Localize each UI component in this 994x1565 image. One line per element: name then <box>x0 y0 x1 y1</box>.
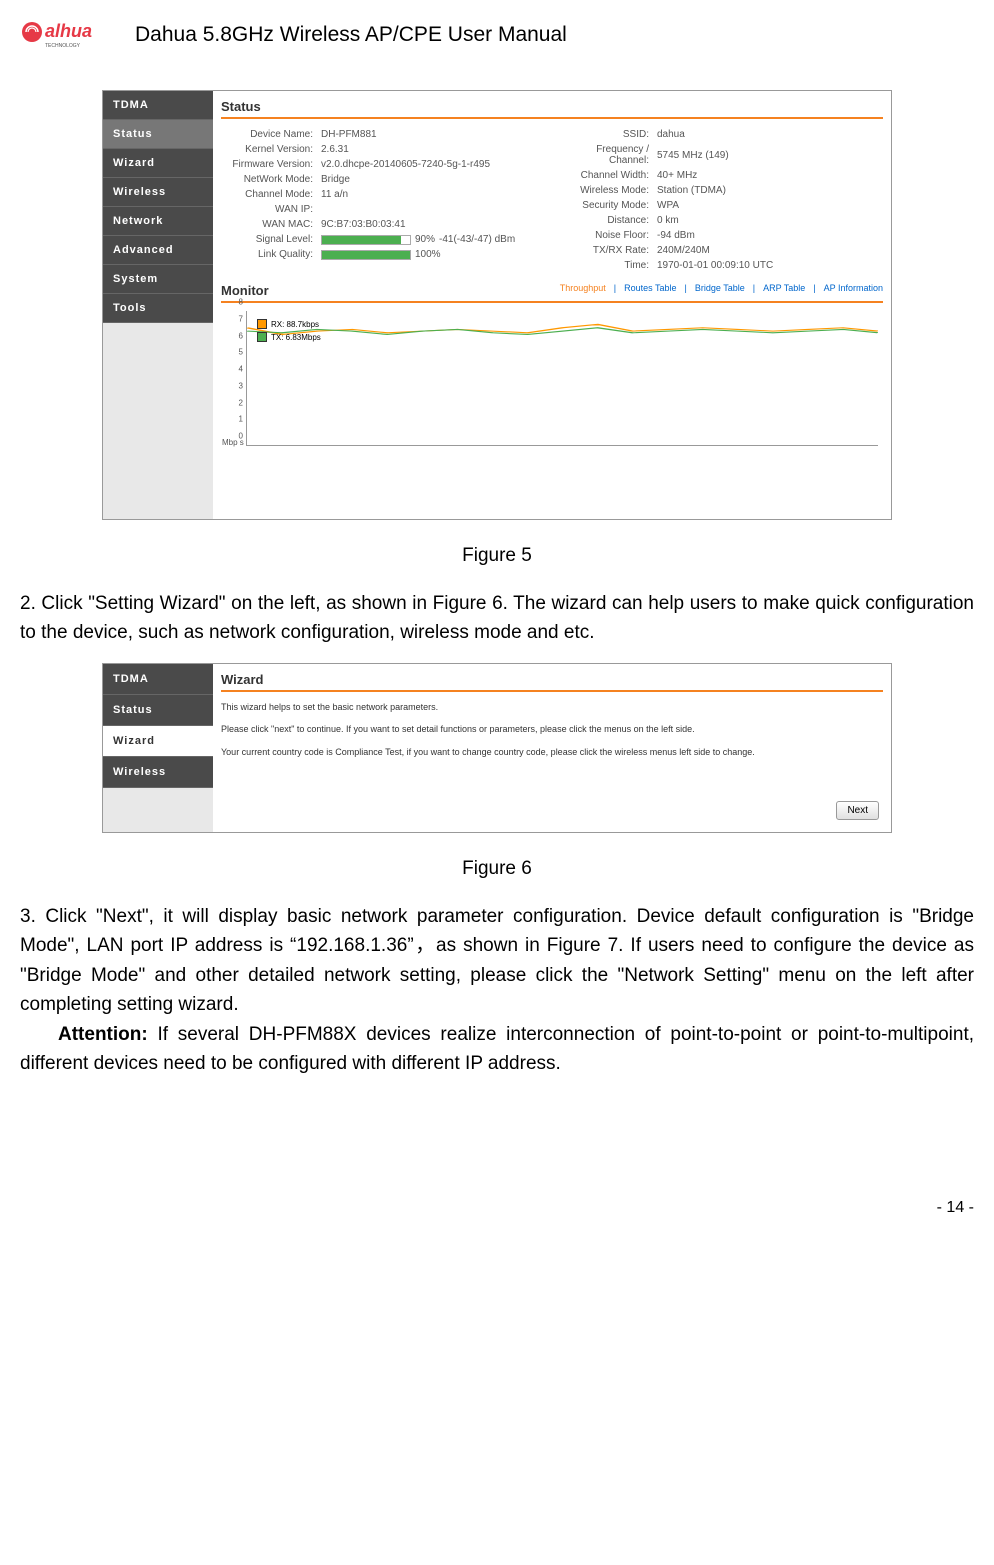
label: Security Mode: <box>557 200 657 211</box>
chart-ylabel: Mbp s <box>222 438 244 447</box>
label: Channel Width: <box>557 170 657 181</box>
label: Wireless Mode: <box>557 185 657 196</box>
status-header: Status <box>221 99 883 119</box>
label: Time: <box>557 260 657 271</box>
label: Channel Mode: <box>221 189 321 200</box>
signal-bar: 90% -41(-43/-47) dBm <box>321 234 547 245</box>
sidebar: TDMA Status Wizard Wireless <box>103 664 213 832</box>
tab-throughput[interactable]: Throughput <box>560 283 606 298</box>
logo: alhua TECHNOLOGY <box>20 20 120 50</box>
status-left-col: Device Name:DH-PFM881 Kernel Version:2.6… <box>221 127 547 273</box>
label: SSID: <box>557 129 657 140</box>
value: dahua <box>657 129 883 140</box>
wizard-panel: Wizard This wizard helps to set the basi… <box>213 664 891 832</box>
throughput-chart: 012345678 RX: 88.7kbps TX: 6.83Mbps Mbp … <box>246 311 878 446</box>
label: Noise Floor: <box>557 230 657 241</box>
value: 5745 MHz (149) <box>657 150 883 161</box>
sidebar-item-tdma[interactable]: TDMA <box>103 664 213 695</box>
label: Device Name: <box>221 129 321 140</box>
signal-extra: -41(-43/-47) dBm <box>439 234 515 245</box>
figure-5-caption: Figure 5 <box>20 545 974 567</box>
value: 1970-01-01 00:09:10 UTC <box>657 260 883 271</box>
status-panel: Status Device Name:DH-PFM881 Kernel Vers… <box>213 91 891 519</box>
manual-title: Dahua 5.8GHz Wireless AP/CPE User Manual <box>135 23 567 47</box>
sidebar-item-status[interactable]: Status <box>103 120 213 149</box>
wizard-line1: This wizard helps to set the basic netwo… <box>221 700 883 714</box>
tab-bridge[interactable]: Bridge Table <box>695 283 745 298</box>
sidebar-item-wireless[interactable]: Wireless <box>103 178 213 207</box>
value: 9C:B7:03:B0:03:41 <box>321 219 547 230</box>
page-number: - 14 - <box>20 1199 974 1217</box>
label: Distance: <box>557 215 657 226</box>
sidebar-item-wizard[interactable]: Wizard <box>103 726 213 757</box>
attention-text: If several DH-PFM88X devices realize int… <box>20 1024 974 1074</box>
svg-text:TECHNOLOGY: TECHNOLOGY <box>45 43 81 49</box>
label: TX/RX Rate: <box>557 245 657 256</box>
value: 0 km <box>657 215 883 226</box>
sidebar: TDMA Status Wizard Wireless Network Adva… <box>103 91 213 519</box>
figure-5-screenshot: TDMA Status Wizard Wireless Network Adva… <box>102 90 892 520</box>
tab-apinfo[interactable]: AP Information <box>824 283 883 298</box>
legend-tx: TX: 6.83Mbps <box>271 333 321 342</box>
value: v2.0.dhcpe-20140605-7240-5g-1-r495 <box>321 159 547 170</box>
sidebar-item-status[interactable]: Status <box>103 695 213 726</box>
sidebar-item-wireless[interactable]: Wireless <box>103 757 213 788</box>
paragraph-2: 2. Click "Setting Wizard" on the left, a… <box>20 589 974 648</box>
sidebar-item-network[interactable]: Network <box>103 207 213 236</box>
signal-pct: 90% <box>415 234 435 245</box>
paragraph-3: 3. Click "Next", it will display basic n… <box>20 902 974 1020</box>
value: Station (TDMA) <box>657 185 883 196</box>
link-bar: 100% <box>321 249 547 260</box>
attention-label: Attention: <box>58 1024 148 1045</box>
tab-arp[interactable]: ARP Table <box>763 283 805 298</box>
chart-legend: RX: 88.7kbps TX: 6.83Mbps <box>257 319 321 345</box>
svg-text:alhua: alhua <box>45 21 92 41</box>
label: Signal Level: <box>221 234 321 245</box>
attention-paragraph: Attention: If several DH-PFM88X devices … <box>20 1020 974 1079</box>
label: NetWork Mode: <box>221 174 321 185</box>
label: Frequency / Channel: <box>557 144 657 166</box>
wizard-line2: Please click "next" to continue. If you … <box>221 722 883 736</box>
label: WAN IP: <box>221 204 321 215</box>
value: 40+ MHz <box>657 170 883 181</box>
label: WAN MAC: <box>221 219 321 230</box>
tab-routes[interactable]: Routes Table <box>624 283 676 298</box>
wizard-title: Wizard <box>221 672 883 692</box>
sidebar-item-tools[interactable]: Tools <box>103 294 213 323</box>
value: Bridge <box>321 174 547 185</box>
sidebar-item-system[interactable]: System <box>103 265 213 294</box>
page-header: alhua TECHNOLOGY Dahua 5.8GHz Wireless A… <box>20 20 974 50</box>
value: 11 a/n <box>321 189 547 200</box>
wizard-line3: Your current country code is Compliance … <box>221 745 883 759</box>
monitor-title: Monitor <box>221 283 269 298</box>
legend-rx: RX: 88.7kbps <box>271 320 319 329</box>
value: 240M/240M <box>657 245 883 256</box>
label: Firmware Version: <box>221 159 321 170</box>
next-button[interactable]: Next <box>836 801 879 820</box>
label: Kernel Version: <box>221 144 321 155</box>
sidebar-item-tdma[interactable]: TDMA <box>103 91 213 120</box>
sidebar-item-advanced[interactable]: Advanced <box>103 236 213 265</box>
value: WPA <box>657 200 883 211</box>
label: Link Quality: <box>221 249 321 260</box>
value: DH-PFM881 <box>321 129 547 140</box>
value: -94 dBm <box>657 230 883 241</box>
link-pct: 100% <box>415 249 441 260</box>
value: 2.6.31 <box>321 144 547 155</box>
sidebar-item-wizard[interactable]: Wizard <box>103 149 213 178</box>
figure-6-screenshot: TDMA Status Wizard Wireless Wizard This … <box>102 663 892 833</box>
monitor-tabs: Throughput| Routes Table| Bridge Table| … <box>560 283 883 298</box>
figure-6-caption: Figure 6 <box>20 858 974 880</box>
status-right-col: SSID:dahua Frequency / Channel:5745 MHz … <box>557 127 883 273</box>
